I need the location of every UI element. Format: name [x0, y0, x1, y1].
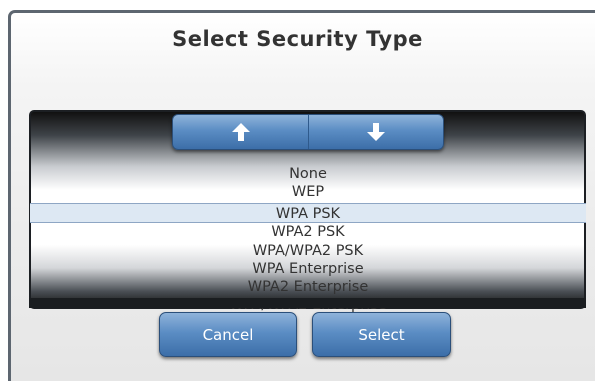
arrow-down-icon	[366, 123, 385, 141]
scroll-arrows	[172, 114, 444, 150]
dialog-title: Select Security Type	[172, 27, 423, 51]
arrow-up-icon	[231, 123, 250, 141]
list-item-wpa-enterprise[interactable]: WPA Enterprise	[30, 260, 586, 278]
scroll-down-button[interactable]	[308, 115, 443, 149]
scroll-up-button[interactable]	[173, 115, 309, 149]
list-item-wpa-wpa2-psk[interactable]: WPA/WPA2 PSK	[30, 242, 586, 260]
list-item-wpa-psk[interactable]: WPA PSK	[30, 203, 586, 224]
list-bottom-edge	[29, 298, 586, 308]
list-item-wpa2-enterprise[interactable]: WPA2 Enterprise	[30, 278, 586, 296]
select-button[interactable]: Select	[312, 312, 451, 357]
list-item-wpa2-psk[interactable]: WPA2 PSK	[30, 223, 586, 241]
list-item-none[interactable]: None	[30, 165, 586, 183]
cancel-button[interactable]: Cancel	[159, 312, 297, 357]
security-type-list: None WEP WPA PSK WPA2 PSK WPA/WPA2 PSK W…	[30, 165, 586, 314]
list-item-wep[interactable]: WEP	[30, 183, 586, 201]
